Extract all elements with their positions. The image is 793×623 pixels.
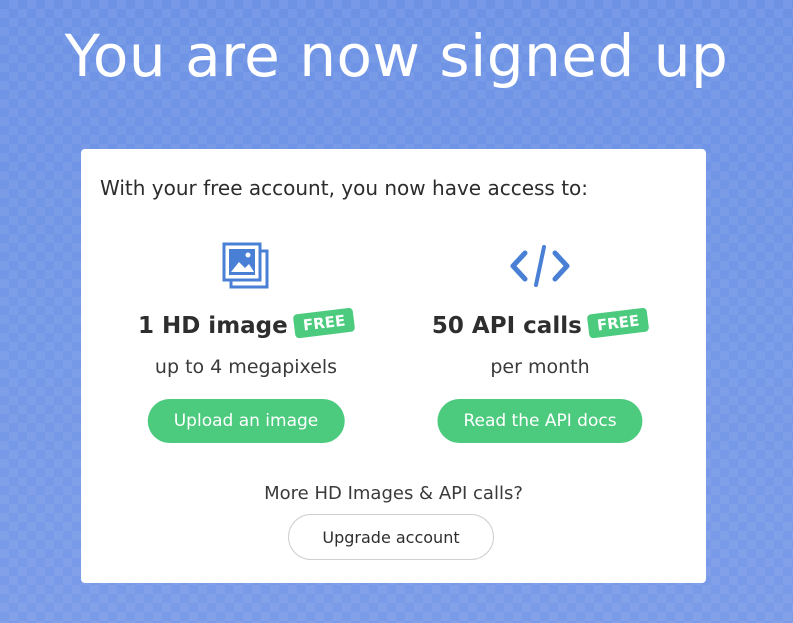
feature-title: 50 API calls xyxy=(431,313,582,339)
images-icon xyxy=(221,241,271,295)
feature-title-row: 1 HD image FREE xyxy=(126,307,366,339)
page-title: You are now signed up xyxy=(64,22,729,90)
read-api-docs-button[interactable]: Read the API docs xyxy=(437,399,643,443)
free-badge: FREE xyxy=(292,307,356,339)
intro-text: With your free account, you now have acc… xyxy=(100,176,589,200)
feature-title: 1 HD image xyxy=(137,313,288,339)
free-badge: FREE xyxy=(586,307,650,339)
feature-api-calls: 50 API calls FREE per month Read the API … xyxy=(420,241,660,451)
upgrade-account-button[interactable]: Upgrade account xyxy=(288,514,494,560)
feature-subtitle: per month xyxy=(490,356,590,378)
signup-card: With your free account, you now have acc… xyxy=(81,149,706,583)
feature-subtitle: up to 4 megapixels xyxy=(154,356,338,378)
more-text: More HD Images & API calls? xyxy=(264,483,523,504)
feature-hd-image: 1 HD image FREE up to 4 megapixels Upload… xyxy=(126,241,366,451)
feature-title-row: 50 API calls FREE xyxy=(420,307,660,339)
code-icon xyxy=(509,241,571,295)
upload-image-button[interactable]: Upload an image xyxy=(147,399,345,443)
